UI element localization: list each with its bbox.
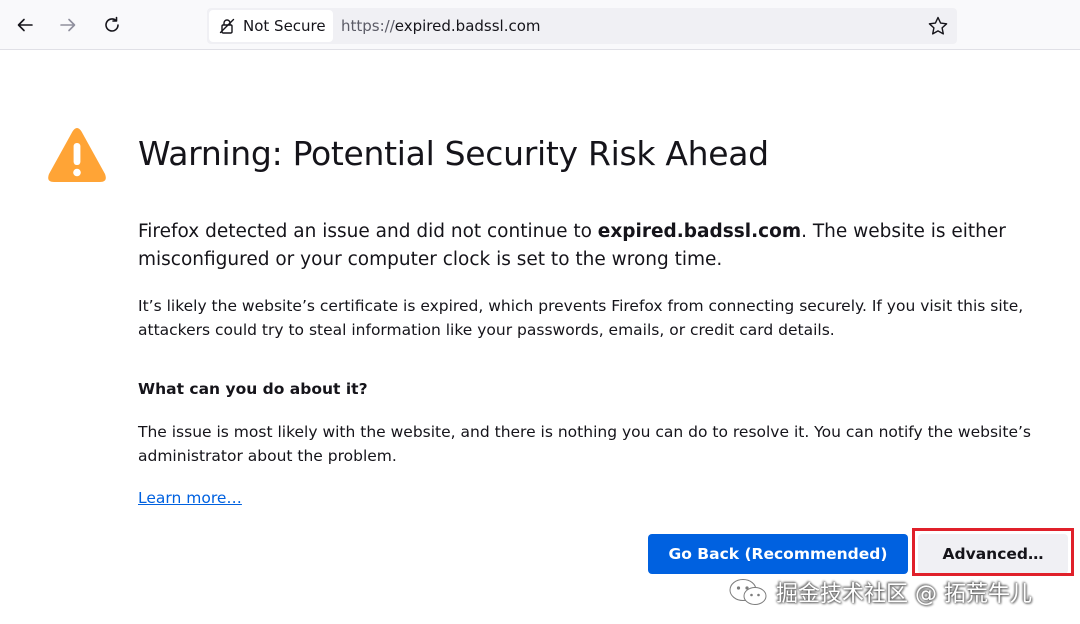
watermark: 掘金技术社区 @ 拓荒牛儿 [728,572,1032,612]
site-identity-button[interactable]: Not Secure [209,10,333,42]
go-back-button[interactable]: Go Back (Recommended) [648,534,908,574]
reload-button[interactable] [97,10,127,40]
url-domain: expired.badssl.com [394,17,541,35]
what-can-you-do-heading: What can you do about it? [138,380,368,398]
insecure-lock-icon [219,18,235,34]
not-secure-label: Not Secure [243,17,326,35]
error-advice: The issue is most likely with the websit… [138,423,1031,465]
error-detail: It’s likely the website’s certificate is… [138,297,1024,339]
advanced-button[interactable]: Advanced… [918,534,1068,574]
warning-icon [48,128,106,182]
intro-hostname: expired.badssl.com [597,221,802,242]
learn-more-link[interactable]: Learn more… [138,486,242,510]
arrow-left-icon [17,18,33,32]
error-intro: Firefox detected an issue and did not co… [138,218,1018,274]
url-bar[interactable]: Not Secure https://expired.badssl.com [207,8,957,44]
back-button[interactable] [10,10,40,40]
url-scheme: https:// [341,17,395,35]
intro-text-start: Firefox detected an issue and did not co… [138,221,598,242]
browser-toolbar: Not Secure https://expired.badssl.com [0,0,1080,50]
arrow-right-icon [60,18,76,32]
page-title: Warning: Potential Security Risk Ahead [138,134,769,173]
url-text[interactable]: https://expired.badssl.com [341,8,541,44]
watermark-text: 掘金技术社区 @ 拓荒牛儿 [776,582,1032,607]
star-icon[interactable] [927,15,949,37]
forward-button[interactable] [53,10,83,40]
wechat-icon [729,579,767,605]
reload-icon [105,16,119,32]
